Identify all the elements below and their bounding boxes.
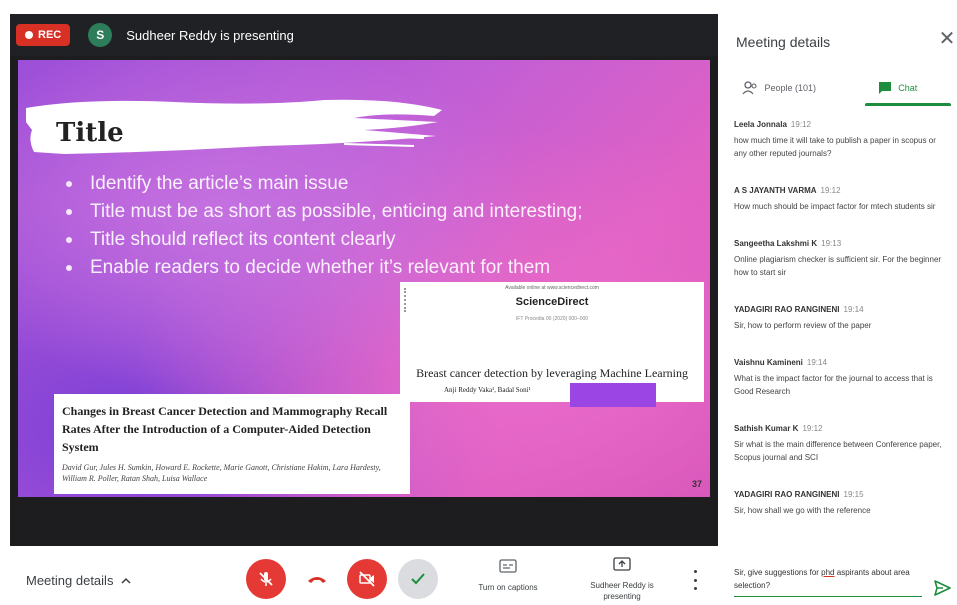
message-sender: Vaishnu Kamineni xyxy=(734,358,803,367)
slide-number: 37 xyxy=(691,479,702,489)
message-time: 19:14 xyxy=(843,305,864,314)
slide-bullet: Identify the article’s main issue xyxy=(66,170,583,198)
message-time: 19:12 xyxy=(820,186,841,195)
message-sender: Sangeetha Lakshmi K xyxy=(734,239,818,248)
chat-input[interactable]: Sir, give suggestions for phd aspirants … xyxy=(734,566,922,597)
bullet-text: Title must be as short as possible, enti… xyxy=(90,201,583,222)
tab-chat[interactable]: Chat xyxy=(839,70,957,106)
chevron-up-icon xyxy=(121,577,131,584)
tab-chat-label: Chat xyxy=(898,83,918,93)
message-sender: Sathish Kumar K xyxy=(734,424,799,433)
slide-bullet: Title should reflect its content clearly xyxy=(66,226,583,254)
raise-hand-button[interactable] xyxy=(398,559,438,599)
message-sender: YADAGIRI RAO RANGINENI xyxy=(734,305,840,314)
panel-tabs: People (101) Chat xyxy=(720,70,957,106)
slide-bullet: Enable readers to decide whether it’s re… xyxy=(66,254,583,282)
leave-call-button[interactable] xyxy=(300,562,334,596)
slide-bullet-list: Identify the article’s main issue Title … xyxy=(66,170,583,282)
message-sender: A S JAYANTH VARMA xyxy=(734,186,817,195)
bullet-dot-icon xyxy=(66,181,72,187)
message-time: 19:12 xyxy=(790,120,811,129)
more-vert-icon xyxy=(693,570,697,573)
captions-icon xyxy=(499,559,517,573)
bullet-dot-icon xyxy=(66,209,72,215)
chat-icon xyxy=(879,82,892,94)
paper-title: Changes in Breast Cancer Detection and M… xyxy=(62,404,388,454)
chat-message: Sangeetha Lakshmi K 19:13 Online plagiari… xyxy=(734,233,949,279)
presenting-label: Sudheer Reddy is presenting xyxy=(590,581,654,601)
message-time: 19:13 xyxy=(821,239,842,248)
video-stage: REC S Sudheer Reddy is presenting Title … xyxy=(0,0,720,548)
chat-input-misspelled-word: phd xyxy=(821,568,835,577)
paper-authors: David Gur, Jules H. Sumkin, Howard E. Ro… xyxy=(62,463,381,483)
chat-message: YADAGIRI RAO RANGINENI 19:15 Sir, how sha… xyxy=(734,484,949,517)
slide-bullet: Title must be as short as possible, enti… xyxy=(66,198,583,226)
people-icon xyxy=(742,81,758,95)
message-time: 19:12 xyxy=(802,424,823,433)
close-panel-button[interactable]: ✕ xyxy=(936,28,957,50)
camera-toggle-button[interactable] xyxy=(347,559,387,599)
hang-up-icon xyxy=(308,577,326,583)
chat-message-list: Leela Jonnala 19:12 how much time it will… xyxy=(720,114,957,542)
meeting-details-button[interactable]: Meeting details xyxy=(26,573,131,588)
presenting-header: REC S Sudheer Reddy is presenting xyxy=(10,14,718,56)
presenter-name: Sudheer Reddy is presenting xyxy=(126,27,294,43)
meeting-details-label: Meeting details xyxy=(26,573,114,588)
chat-message: Vaishnu Kamineni 19:14 What is the impact… xyxy=(734,352,949,398)
shared-slide: Title Identify the article’s main issue … xyxy=(18,60,710,497)
tab-people-label: People (101) xyxy=(764,83,817,93)
paper-example-sciencedirect: Available online at www.sciencedirect.co… xyxy=(400,282,704,407)
recording-label: REC xyxy=(38,29,62,41)
paper-availability-line: Available online at www.sciencedirect.co… xyxy=(505,285,599,291)
present-screen-icon xyxy=(613,557,631,571)
chat-input-text: Sir, give suggestions for xyxy=(734,568,822,577)
microphone-off-icon xyxy=(259,572,273,586)
meeting-details-panel: Meeting details ✕ People (101) Chat Leel… xyxy=(720,0,957,605)
message-text: Sir, how to perform review of the paper xyxy=(734,321,872,330)
microphone-toggle-button[interactable] xyxy=(246,559,286,599)
message-time: 19:14 xyxy=(806,358,827,367)
bullet-text: Identify the article’s main issue xyxy=(90,173,349,194)
recording-badge: REC xyxy=(16,24,71,46)
chat-message: YADAGIRI RAO RANGINENI 19:14 Sir, how to … xyxy=(734,299,949,332)
message-text: How much should be impact factor for mte… xyxy=(734,202,936,211)
message-text: Sir what is the main difference between … xyxy=(734,440,942,462)
bullet-text: Enable readers to decide whether it’s re… xyxy=(90,257,551,278)
message-text: What is the impact factor for the journa… xyxy=(734,374,933,396)
close-icon: ✕ xyxy=(938,28,956,50)
captions-label: Turn on captions xyxy=(478,583,538,592)
panel-title: Meeting details xyxy=(736,34,831,50)
bullet-text: Title should reflect its content clearly xyxy=(90,229,396,250)
captions-button[interactable]: Turn on captions xyxy=(468,558,548,593)
message-time: 19:15 xyxy=(843,490,864,499)
bullet-dot-icon xyxy=(66,265,72,271)
paper-publisher: ScienceDirect xyxy=(515,296,589,308)
chat-message: A S JAYANTH VARMA 19:12 How much should b… xyxy=(734,180,949,213)
record-dot-icon xyxy=(25,31,33,39)
presentation-button[interactable]: Sudheer Reddy is presenting xyxy=(578,556,666,602)
paper-example-radiology: Changes in Breast Cancer Detection and M… xyxy=(54,394,410,494)
chat-message: Leela Jonnala 19:12 how much time it will… xyxy=(734,114,949,160)
message-sender: Leela Jonnala xyxy=(734,120,787,129)
call-controls-bar: Meeting details Turn on captions Sudheer… xyxy=(0,548,720,605)
message-text: Online plagiarism checker is sufficient … xyxy=(734,255,942,277)
paper-journal-line: IFT Procedia 00 (2020) 000–000 xyxy=(515,316,589,322)
paper-authors: Anji Reddy Vaka¹, Badal Soni¹ xyxy=(444,386,531,394)
message-sender: YADAGIRI RAO RANGINENI xyxy=(734,490,840,499)
slide-title: Title xyxy=(56,118,124,148)
tab-people[interactable]: People (101) xyxy=(720,70,839,106)
chat-message: Sathish Kumar K 19:12 Sir what is the mai… xyxy=(734,418,949,464)
more-options-button[interactable] xyxy=(690,570,700,590)
message-text: how much time it will take to publish a … xyxy=(734,136,936,158)
message-text: Sir, how shall we go with the reference xyxy=(734,506,871,515)
send-icon xyxy=(934,580,951,596)
presenter-avatar: S xyxy=(88,23,113,47)
highlight-block xyxy=(570,383,656,407)
send-button[interactable] xyxy=(932,578,952,598)
check-icon xyxy=(411,573,425,585)
camera-off-icon xyxy=(359,571,375,587)
paper-title: Breast cancer detection by leveraging Ma… xyxy=(416,366,688,380)
bullet-dot-icon xyxy=(66,237,72,243)
